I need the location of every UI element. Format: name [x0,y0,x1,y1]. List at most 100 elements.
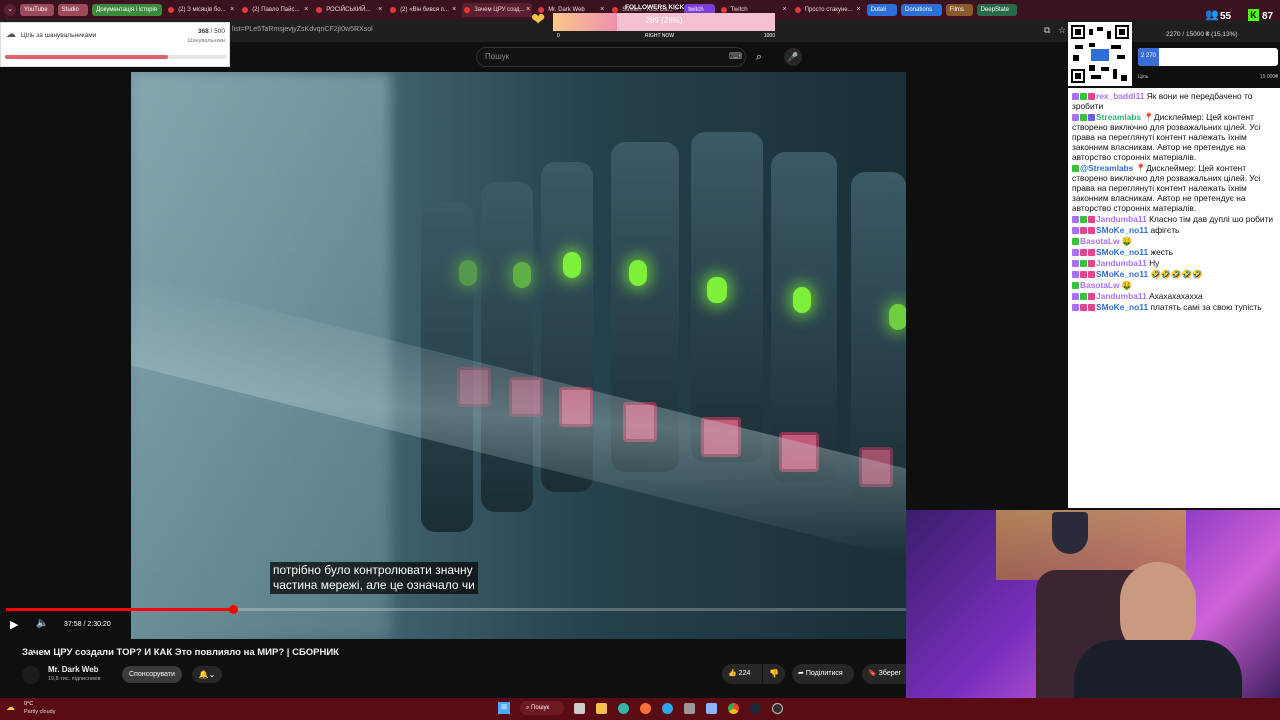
bookmark-chip[interactable]: Studio [57,4,89,16]
play-icon[interactable]: ▶ [10,618,18,631]
save-label: Зберег [878,670,902,677]
progress-played [6,608,233,611]
tab-label: РОСІЙСЬКИЙ... [326,7,371,13]
chat-username[interactable]: Streamlabs [1096,112,1141,122]
telegram-icon[interactable] [662,703,673,714]
chat-badge-icon [1072,271,1079,278]
video-frame[interactable] [131,72,906,639]
save-button[interactable]: 🔖 Зберег [862,664,906,684]
chrome-icon[interactable] [728,703,739,714]
chat-username[interactable]: BasotaLw [1080,236,1120,246]
goal-progress-fill [5,55,169,59]
task-view-icon[interactable] [574,703,585,714]
chat-badge-icon [1072,293,1079,300]
browser-tab[interactable]: РОСІЙСЬКИЙ... × [314,3,384,17]
search-button[interactable]: ⌕ [750,48,768,66]
extensions-icon[interactable]: ⧉ [1044,25,1050,36]
chat-username[interactable]: SMoKe_no11 [1096,225,1148,235]
goal-progress-track [5,55,227,59]
steam-icon[interactable] [750,703,761,714]
file-explorer-icon[interactable] [596,703,607,714]
browser-tab[interactable]: (2) З місяців бо... × [166,3,236,17]
like-icon: 👍 [728,670,737,677]
chat-text: Класно тім дав дуплі шо робити [1149,214,1274,224]
goal-max: 500 [214,28,225,35]
chat-username[interactable]: Jandumba11 [1096,214,1147,224]
bookmark-chip-label: Films [949,7,964,13]
video-title: Зачем ЦРУ создали ТОР? И КАК Это повлиял… [22,647,339,658]
tab-close-icon[interactable]: × [304,3,308,17]
chat-username[interactable]: Jandumba11 [1096,258,1147,268]
bookmark-chip[interactable]: Dotali [866,4,897,16]
tab-menu-button[interactable]: ⌄ [4,4,16,16]
address-text[interactable]: list=PLe5TaRmsjevjyZsKdvqnCF2jI0w5RXsol [232,26,373,33]
chat-badge-icon [1088,304,1095,311]
app-grid-icon[interactable] [706,703,717,714]
like-button[interactable]: 👍 224 [722,664,762,684]
tab-close-icon[interactable]: × [378,3,382,17]
tab-close-icon[interactable]: × [526,3,530,17]
browser-tab[interactable]: Просто стакуне... × [793,3,863,17]
channel-name[interactable]: Mr. Dark Web [48,665,99,674]
bookmark-star-icon[interactable]: ☆ [1058,25,1066,36]
tab-close-icon[interactable]: × [452,3,456,17]
edge-icon[interactable] [618,703,629,714]
donation-goal-right-label: 15 000₴ [1259,74,1278,80]
browser-tab[interactable]: (2) «Він бився п... × [388,3,458,17]
followers-min: 0 [557,33,560,39]
bookmark-chip[interactable]: Документація і історія [92,4,163,16]
bookmark-chip[interactable]: DeepState [976,4,1018,16]
chat-badge-icon [1088,216,1095,223]
app-icon[interactable] [684,703,695,714]
scrubber-handle[interactable] [228,605,238,614]
tab-active[interactable]: Зачем ЦРУ созд... × [462,3,533,17]
channel-avatar[interactable] [22,666,40,684]
chat-username[interactable]: SMoKe_no11 [1096,269,1148,279]
weather-desc[interactable]: Partly cloudy [24,709,56,715]
voice-search-icon[interactable]: 🎤 [784,48,802,66]
search-input[interactable]: Пошук [485,52,509,61]
tab-close-icon[interactable]: × [857,3,861,17]
keyboard-icon[interactable]: ⌨ [729,51,742,62]
progress-track[interactable] [6,608,906,611]
tab-close-icon[interactable]: × [230,3,234,17]
chat-username[interactable]: @Streamlabs [1080,163,1133,173]
bookmark-chip-label: YouTube [24,7,48,13]
bookmark-chip[interactable]: YouTube [20,4,54,16]
firefox-icon[interactable] [640,703,651,714]
chat-badge-icon [1072,249,1079,256]
chat-message: rex_baddi11 Як вони не передбачено то зр… [1068,91,1280,111]
chat-message: SMoKe_no11 🤣🤣🤣🤣🤣 [1068,269,1280,279]
tab-close-icon[interactable]: × [783,3,787,17]
notifications-bell-icon[interactable]: 🔔⌄ [192,666,222,683]
chat-message: Streamlabs 📍Дисклеймер: Цей контент ство… [1068,112,1280,162]
chat-badge-icon [1088,93,1095,100]
start-button[interactable]: ⊞ [498,702,510,714]
heart-icon: ❤ [531,10,546,29]
favicon-icon [390,7,397,13]
followers-mid: RIGHT NOW [645,33,675,39]
chat-username[interactable]: BasotaLw [1080,280,1120,290]
volume-icon[interactable]: 🔈 [36,618,48,629]
weather-temp[interactable]: 0°C [24,701,33,707]
chat-username[interactable]: Jandumba11 [1096,291,1147,301]
chat-badge-icon [1080,271,1087,278]
share-icon: ➦ [798,670,804,677]
taskbar-search[interactable]: ⌕ Пошук [520,701,564,715]
browser-tab[interactable]: (2) Павло Пайс... × [240,3,310,17]
obs-icon[interactable] [772,703,783,714]
bookmark-chip[interactable]: Films [945,4,973,16]
donation-goal-left-label: Ціль [1138,74,1149,80]
share-button[interactable]: ➦ Поділитися [792,664,854,684]
subtitle-line-1: потрібно було контролювати значну [273,563,473,577]
bookmark-chip[interactable]: Donations [901,4,942,16]
sponsor-button[interactable]: Спонсорувати [122,666,182,683]
chat-username[interactable]: rex_baddi11 [1096,91,1144,101]
chat-username[interactable]: SMoKe_no11 [1096,247,1148,257]
chat-text: Ну [1149,258,1160,268]
chat-username[interactable]: SMoKe_no11 [1096,302,1148,312]
bookmark-chip-label: Документація і історія [96,7,158,13]
search-bar[interactable]: Пошук ⌨ [476,47,746,67]
chat-message: Jandumba11 Ну [1068,258,1280,268]
dislike-button[interactable]: 👎 [763,664,785,684]
